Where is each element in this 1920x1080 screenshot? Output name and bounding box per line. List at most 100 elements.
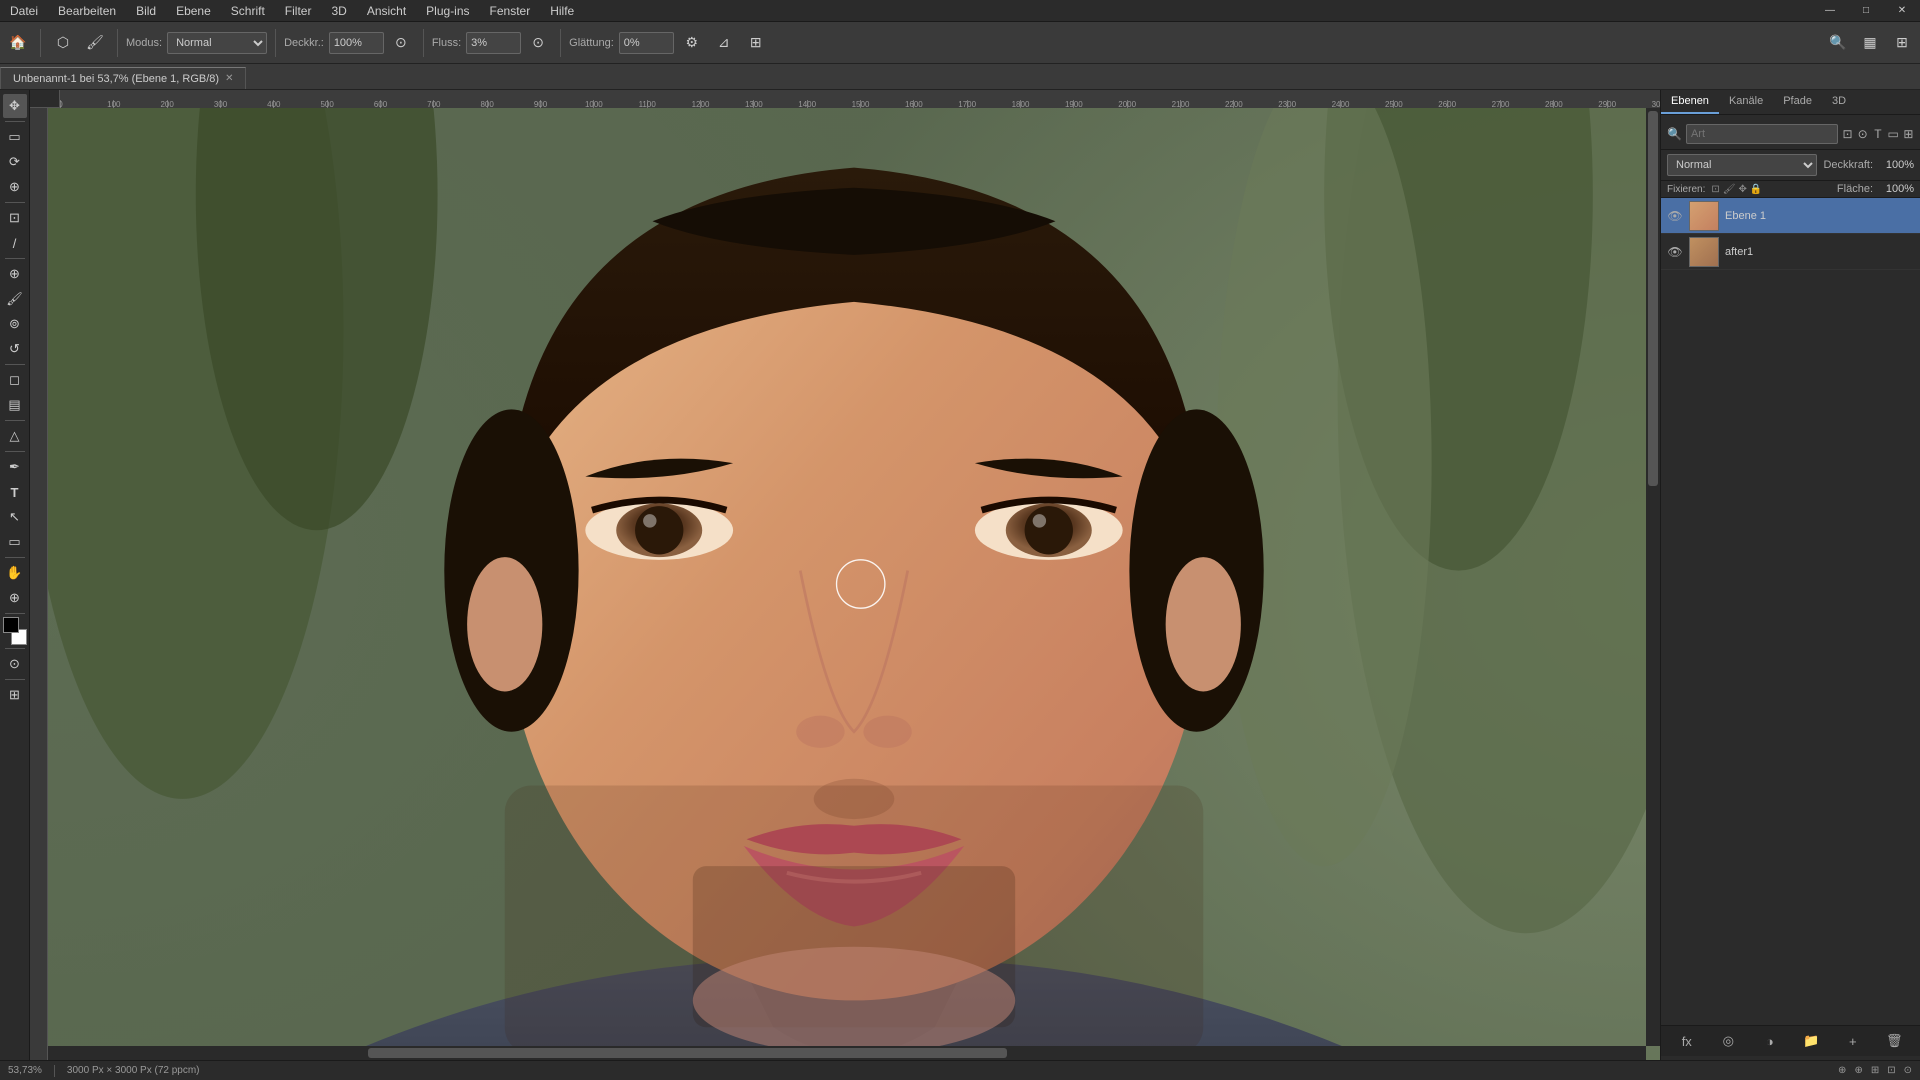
blur-tool[interactable]: △: [3, 424, 27, 448]
deckkraft-input[interactable]: [329, 32, 384, 54]
brush-tool[interactable]: 🖌: [3, 287, 27, 311]
layer-visibility-after1[interactable]: 👁: [1667, 244, 1683, 260]
horizontal-scrollbar[interactable]: [48, 1046, 1646, 1060]
screen-mode-tool[interactable]: ⊞: [3, 683, 27, 707]
menu-item-bearbeiten[interactable]: Bearbeiten: [48, 2, 126, 20]
toolbar-separator-3: [275, 29, 276, 57]
eraser-tool[interactable]: ◻: [3, 368, 27, 392]
layer-visibility-ebene1[interactable]: 👁: [1667, 208, 1683, 224]
home-button[interactable]: 🏠: [4, 29, 32, 57]
maximize-button[interactable]: □: [1848, 0, 1884, 22]
layer-filter-adjust[interactable]: ⊙: [1857, 123, 1868, 145]
canvas-area[interactable]: [48, 108, 1660, 1060]
menu-item-bild[interactable]: Bild: [126, 2, 166, 20]
crop-tool[interactable]: ⊡: [3, 206, 27, 230]
tab-kanale[interactable]: Kanäle: [1719, 90, 1773, 114]
eyedropper-tool[interactable]: /: [3, 231, 27, 255]
lock-transparent-icon[interactable]: ⊡: [1711, 184, 1719, 195]
angle-icon[interactable]: ⊿: [710, 29, 738, 57]
vertical-scrollbar[interactable]: [1646, 108, 1660, 1046]
tool-indicator[interactable]: ⬡: [49, 29, 77, 57]
blend-mode-select[interactable]: Normal: [1667, 154, 1817, 176]
history-brush-tool[interactable]: ↺: [3, 337, 27, 361]
status-icon-3[interactable]: ⊞: [1871, 1065, 1879, 1076]
fg-color-swatch[interactable]: [3, 617, 19, 633]
lock-all-icon[interactable]: 🔒: [1750, 184, 1762, 195]
vertical-ruler: [30, 108, 48, 1060]
text-tool[interactable]: T: [3, 480, 27, 504]
layer-delete-button[interactable]: 🗑: [1875, 1030, 1915, 1052]
ruler-h-tick: 1500: [860, 100, 861, 108]
lock-position-icon[interactable]: ✥: [1738, 184, 1746, 195]
menu-item-plugins[interactable]: Plug-ins: [416, 2, 479, 20]
status-icon-2[interactable]: ⊕: [1854, 1065, 1862, 1076]
menu-item-ebene[interactable]: Ebene: [166, 2, 221, 20]
menu-item-3d[interactable]: 3D: [321, 2, 356, 20]
brush-tool-indicator[interactable]: 🖌: [81, 29, 109, 57]
hand-tool[interactable]: ✋: [3, 561, 27, 585]
modus-select[interactable]: Normal: [167, 32, 267, 54]
path-select-tool[interactable]: ↖: [3, 505, 27, 529]
tab-ebenen[interactable]: Ebenen: [1661, 90, 1719, 114]
healing-tool[interactable]: ⊕: [3, 262, 27, 286]
shape-tool[interactable]: ▭: [3, 530, 27, 554]
gradient-tool[interactable]: ▤: [3, 393, 27, 417]
active-tab[interactable]: Unbenannt-1 bei 53,7% (Ebene 1, RGB/8) ✕: [0, 67, 246, 89]
status-icon-4[interactable]: ⊡: [1887, 1065, 1895, 1076]
tab-pfade[interactable]: Pfade: [1773, 90, 1822, 114]
symmetry-icon[interactable]: ⊞: [742, 29, 770, 57]
move-tool[interactable]: ✥: [3, 94, 27, 118]
lock-image-icon[interactable]: 🖌: [1723, 184, 1736, 195]
marquee-tool[interactable]: ▭: [3, 125, 27, 149]
horizontal-ruler: 0100200300400500600700800900100011001200…: [60, 90, 1660, 108]
tab-3d[interactable]: 3D: [1822, 90, 1856, 114]
menu-item-fenster[interactable]: Fenster: [480, 2, 541, 20]
layer-filter-type[interactable]: T: [1872, 123, 1883, 145]
clone-tool[interactable]: ⊚: [3, 312, 27, 336]
menu-item-hilfe[interactable]: Hilfe: [540, 2, 584, 20]
layer-adjustment-button[interactable]: ◑: [1750, 1030, 1790, 1052]
status-icon-5[interactable]: ⊙: [1904, 1065, 1912, 1076]
zoom-tool[interactable]: ⊕: [3, 586, 27, 610]
lock-label: Fixieren:: [1667, 184, 1705, 195]
menu-item-filter[interactable]: Filter: [275, 2, 322, 20]
toolbar-separator-1: [40, 29, 41, 57]
deckkraft-icon[interactable]: ⊙: [387, 29, 415, 57]
layer-effects-button[interactable]: fx: [1667, 1030, 1707, 1052]
main-layout: ✥ ▭ ⟳ ⊕ ⊡ / ⊕ 🖌 ⊚ ↺ ◻ ▤ △ ✒ T ↖ ▭ ✋ ⊕ ⊙: [0, 90, 1920, 1060]
tab-close-icon[interactable]: ✕: [225, 73, 233, 84]
ruler-row: 0100200300400500600700800900100011001200…: [30, 90, 1660, 108]
fluss-icon[interactable]: ⊙: [524, 29, 552, 57]
view-icon[interactable]: ⊞: [1888, 29, 1916, 57]
minimize-button[interactable]: —: [1812, 0, 1848, 22]
glattung-input[interactable]: [619, 32, 674, 54]
menu-item-schrift[interactable]: Schrift: [221, 2, 275, 20]
search-icon[interactable]: 🔍: [1667, 123, 1682, 145]
layer-new-button[interactable]: +: [1833, 1030, 1873, 1052]
search-icon[interactable]: 🔍: [1824, 29, 1852, 57]
layer-item-ebene1[interactable]: 👁 Ebene 1: [1661, 198, 1920, 234]
layer-mask-button[interactable]: ◎: [1709, 1030, 1749, 1052]
arrange-icon[interactable]: ▦: [1856, 29, 1884, 57]
v-scroll-thumb[interactable]: [1648, 111, 1658, 486]
close-button[interactable]: ✕: [1884, 0, 1920, 22]
lasso-tool[interactable]: ⟳: [3, 150, 27, 174]
color-swatches[interactable]: [3, 617, 27, 645]
layer-filter-smart[interactable]: ⊞: [1903, 123, 1914, 145]
layer-item-after1[interactable]: 👁 after1: [1661, 234, 1920, 270]
canvas-wrapper: 0100200300400500600700800900100011001200…: [30, 90, 1660, 1060]
layer-search-input[interactable]: [1686, 124, 1838, 144]
fluss-input[interactable]: [466, 32, 521, 54]
menu-item-datei[interactable]: Datei: [0, 2, 48, 20]
left-sep-5: [5, 420, 25, 421]
quick-select-tool[interactable]: ⊕: [3, 175, 27, 199]
settings-icon[interactable]: ⚙: [678, 29, 706, 57]
pen-tool[interactable]: ✒: [3, 455, 27, 479]
quick-mask-tool[interactable]: ⊙: [3, 652, 27, 676]
layer-filter-shape[interactable]: ▭: [1887, 123, 1898, 145]
layer-filter-pixel[interactable]: ⊡: [1842, 123, 1853, 145]
menu-item-ansicht[interactable]: Ansicht: [357, 2, 416, 20]
layer-group-button[interactable]: 📁: [1792, 1030, 1832, 1052]
h-scroll-thumb[interactable]: [368, 1048, 1007, 1058]
status-icon-1[interactable]: ⊕: [1838, 1065, 1846, 1076]
